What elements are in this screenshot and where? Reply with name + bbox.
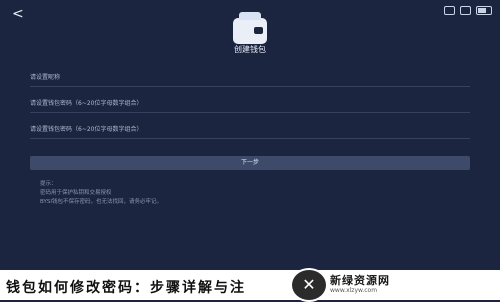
caption-strip: 钱包如何修改密码：步骤详解与注 — [0, 270, 500, 300]
watermark-url: www.xlzyw.com — [330, 287, 378, 294]
tips-heading: 提示： — [40, 181, 57, 187]
caption-text: 钱包如何修改密码：步骤详解与注 — [6, 280, 246, 296]
page-title: 创建钱包 — [234, 45, 266, 54]
password-field[interactable] — [30, 90, 470, 115]
confirm-password-input[interactable] — [30, 118, 470, 141]
confirm-password-field[interactable] — [30, 116, 470, 141]
watermark-logo: ✕ — [290, 268, 328, 302]
next-button[interactable]: 下一步 — [30, 156, 470, 170]
battery-icon — [476, 6, 492, 15]
wallet-icon — [233, 12, 267, 44]
password-input[interactable] — [30, 92, 470, 115]
back-arrow-icon[interactable]: < — [12, 6, 24, 22]
wifi-icon — [460, 6, 471, 15]
tips-line: 密码用于保护私钥和交易授权 — [40, 190, 112, 196]
tips-block: 提示： 密码用于保护私钥和交易授权 BYSI钱包不保存密码，也无法找回，请务必牢… — [40, 180, 162, 207]
nickname-input[interactable] — [30, 66, 470, 89]
tips-line: BYSI钱包不保存密码，也无法找回，请务必牢记。 — [40, 199, 162, 205]
status-icons — [444, 6, 492, 15]
signal-icon — [444, 6, 455, 15]
watermark-name: 新绿资源网 — [330, 274, 390, 287]
nickname-field[interactable] — [30, 64, 470, 89]
